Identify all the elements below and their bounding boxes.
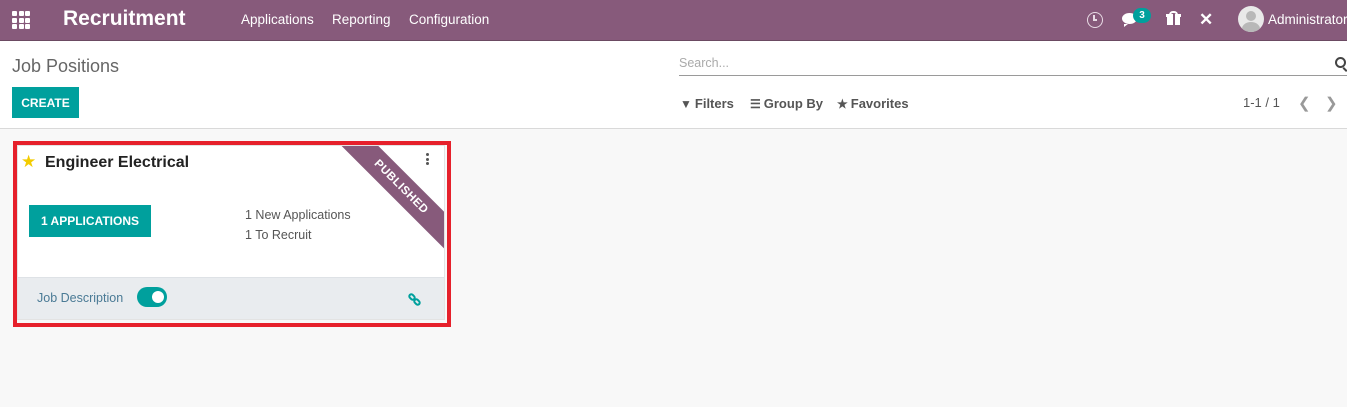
create-button[interactable]: CREATE [12, 87, 79, 118]
job-description-toggle[interactable] [137, 287, 167, 307]
menu-reporting[interactable]: Reporting [332, 12, 391, 27]
applications-button[interactable]: 1 APPLICATIONS [29, 205, 151, 237]
chat-badge: 3 [1133, 8, 1151, 23]
clock-icon[interactable] [1087, 12, 1103, 28]
star-icon[interactable]: ★ [21, 152, 36, 172]
kebab-menu-icon[interactable] [426, 153, 430, 165]
list-icon: ☰ [750, 97, 761, 111]
job-title[interactable]: Engineer Electrical [45, 154, 189, 172]
tools-icon[interactable]: ✕ [1199, 10, 1213, 30]
apps-grid-icon[interactable] [12, 11, 30, 29]
star-outline-icon: ★ [837, 97, 848, 111]
groupby-label: Group By [763, 96, 823, 111]
job-description-label[interactable]: Job Description [37, 291, 123, 305]
menu-configuration[interactable]: Configuration [409, 12, 489, 27]
menu-applications[interactable]: Applications [241, 12, 314, 27]
favorites-button[interactable]: ★ Favorites [837, 96, 909, 111]
link-icon[interactable] [407, 292, 423, 307]
filters-button[interactable]: ▼ Filters [680, 96, 734, 111]
job-position-card[interactable]: ★ Engineer Electrical PUBLISHED 1 APPLIC… [17, 145, 445, 320]
user-name[interactable]: Administrator [1268, 12, 1347, 27]
page-title: Job Positions [12, 56, 120, 76]
new-applications-link[interactable]: 1 New Applications [245, 208, 351, 222]
favorites-label: Favorites [850, 96, 909, 111]
top-navbar: Recruitment Applications Reporting Confi… [0, 0, 1347, 41]
chevron-right-icon[interactable]: ❯ [1325, 94, 1338, 112]
pager-value[interactable]: 1-1 / 1 [1243, 95, 1280, 110]
groupby-button[interactable]: ☰ Group By [750, 96, 823, 111]
avatar[interactable] [1238, 6, 1264, 32]
filter-icon: ▼ [680, 97, 692, 111]
search-input[interactable] [679, 53, 1319, 73]
chevron-left-icon[interactable]: ❮ [1298, 94, 1311, 112]
search-icon[interactable] [1335, 57, 1346, 68]
to-recruit-label: 1 To Recruit [245, 228, 312, 242]
filters-label: Filters [694, 96, 734, 111]
search-bar [679, 53, 1347, 76]
card-footer: Job Description [18, 277, 444, 319]
gift-icon[interactable] [1166, 11, 1181, 25]
control-panel: Job Positions CREATE ▼Filters ☰Group By … [0, 41, 1347, 129]
app-name[interactable]: Recruitment [63, 7, 186, 31]
